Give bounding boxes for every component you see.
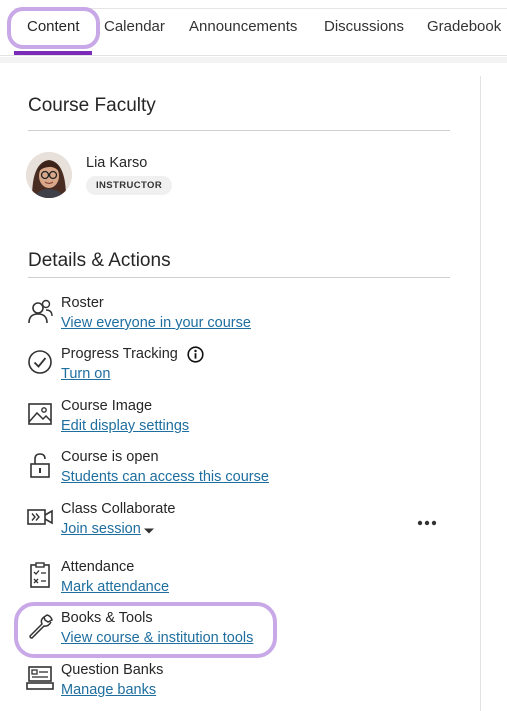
course-open-title: Course is open: [61, 449, 159, 465]
tab-gradebook[interactable]: Gradebook: [427, 18, 501, 35]
roster-title: Roster: [61, 295, 104, 311]
view-tools-link[interactable]: View course & institution tools: [61, 630, 253, 646]
image-icon: [28, 403, 52, 425]
avatar[interactable]: [26, 152, 72, 198]
manage-banks-link[interactable]: Manage banks: [61, 682, 156, 698]
unlock-icon: [30, 453, 50, 478]
progress-check-icon: [28, 350, 52, 374]
panel-divider: [480, 76, 481, 711]
class-collaborate-title: Class Collaborate: [61, 501, 176, 517]
question-banks-title: Question Banks: [61, 662, 164, 678]
books-tools-item: Books & Tools View course & institution …: [24, 610, 454, 656]
tab-content[interactable]: Content: [27, 18, 80, 35]
details-actions-heading: Details & Actions: [28, 250, 171, 271]
course-tab-bar: Content Calendar Announcements Discussio…: [0, 0, 507, 56]
info-icon[interactable]: [187, 346, 204, 363]
role-badge: INSTRUCTOR: [86, 176, 173, 195]
roster-item: Roster View everyone in your course: [24, 295, 454, 341]
content-top-strip: [0, 57, 507, 63]
progress-tracking-item: Progress Tracking Turn on: [24, 346, 454, 392]
collaborate-icon: [27, 509, 53, 525]
wrench-icon: [29, 614, 53, 639]
turn-on-tracking-link[interactable]: Turn on: [61, 366, 110, 382]
course-faculty-heading: Course Faculty: [28, 95, 156, 116]
attendance-item: Attendance Mark attendance: [24, 559, 454, 605]
progress-tracking-title: Progress Tracking: [61, 346, 178, 362]
tab-announcements[interactable]: Announcements: [189, 18, 297, 35]
tab-discussions[interactable]: Discussions: [324, 18, 404, 35]
course-access-link[interactable]: Students can access this course: [61, 469, 269, 485]
attendance-title: Attendance: [61, 559, 135, 575]
tab-bar-top-edge: [14, 8, 507, 9]
mark-attendance-link[interactable]: Mark attendance: [61, 579, 169, 595]
edit-display-settings-link[interactable]: Edit display settings: [61, 418, 189, 434]
question-banks-item: Question Banks Manage banks: [24, 662, 454, 708]
join-session-link[interactable]: Join session: [61, 521, 141, 537]
faculty-name[interactable]: Lia Karso: [86, 155, 147, 171]
active-tab-indicator: [14, 51, 92, 55]
class-collaborate-item: Class Collaborate Join session: [24, 501, 454, 547]
tab-calendar[interactable]: Calendar: [104, 18, 165, 35]
course-image-item: Course Image Edit display settings: [24, 398, 454, 444]
more-options-icon[interactable]: [416, 519, 438, 527]
faculty-divider: [28, 130, 450, 131]
question-bank-icon: [26, 666, 54, 690]
clipboard-icon: [30, 562, 50, 588]
view-roster-link[interactable]: View everyone in your course: [61, 315, 251, 331]
roster-icon: [28, 299, 53, 324]
details-divider: [28, 277, 450, 278]
chevron-down-icon[interactable]: [143, 526, 155, 536]
course-image-title: Course Image: [61, 398, 153, 414]
books-tools-title: Books & Tools: [61, 610, 153, 626]
course-open-item: Course is open Students can access this …: [24, 449, 454, 495]
